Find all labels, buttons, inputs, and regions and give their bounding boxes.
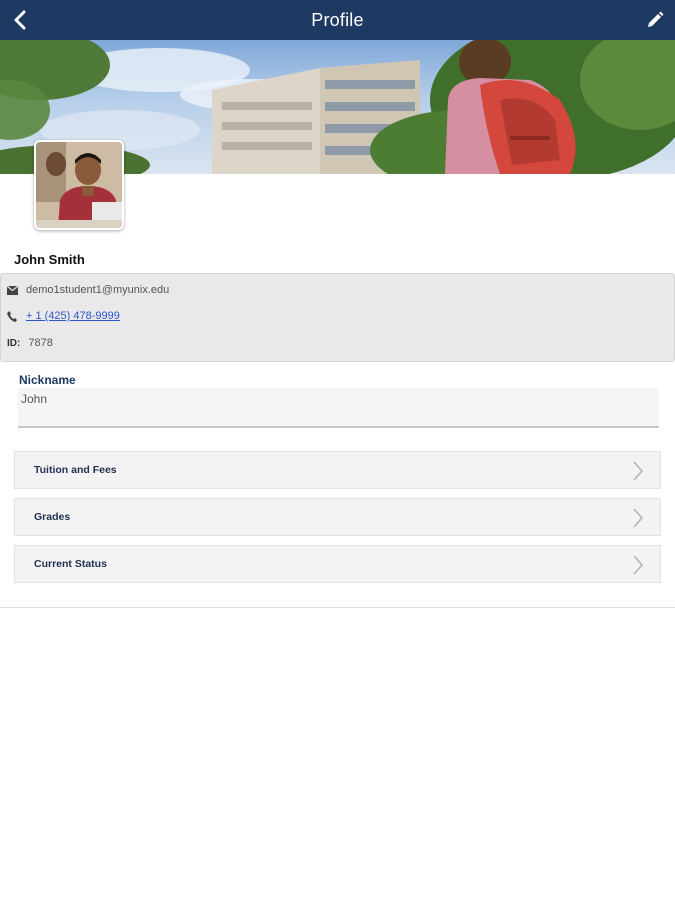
contact-card: demo1student1@myunix.edu + 1 (425) 478-9… <box>0 273 675 362</box>
page-title: Profile <box>311 9 364 30</box>
avatar[interactable] <box>34 140 124 230</box>
phone-row: + 1 (425) 478-9999 <box>7 310 120 322</box>
nav-item-grades[interactable]: Grades <box>14 498 661 536</box>
chevron-right-icon <box>633 555 644 575</box>
nickname-label: Nickname <box>19 373 76 387</box>
app-header: Profile <box>0 0 675 40</box>
nav-item-current-status[interactable]: Current Status <box>14 545 661 583</box>
chevron-left-icon <box>14 10 26 30</box>
nav-item-tuition-and-fees[interactable]: Tuition and Fees <box>14 451 661 489</box>
chevron-right-icon <box>633 508 644 528</box>
pencil-icon <box>648 11 664 27</box>
email-value: demo1student1@myunix.edu <box>26 284 170 296</box>
section-divider <box>0 607 675 608</box>
phone-icon <box>7 310 21 322</box>
id-label: ID: <box>7 337 21 349</box>
envelope-icon <box>7 285 21 295</box>
nav-item-label: Tuition and Fees <box>34 464 117 476</box>
phone-link[interactable]: + 1 (425) 478-9999 <box>26 310 120 322</box>
profile-name: John Smith <box>14 252 85 267</box>
edit-button[interactable] <box>641 6 669 34</box>
id-row: ID: 7878 <box>7 337 53 349</box>
chevron-right-icon <box>633 461 644 481</box>
nickname-value[interactable]: John <box>21 392 47 406</box>
email-row: demo1student1@myunix.edu <box>7 284 169 296</box>
nickname-field[interactable] <box>18 388 659 428</box>
nav-item-label: Current Status <box>34 558 107 570</box>
back-button[interactable] <box>6 6 34 34</box>
id-value: 7878 <box>28 337 53 349</box>
avatar-photo <box>36 142 122 228</box>
nav-item-label: Grades <box>34 511 71 523</box>
